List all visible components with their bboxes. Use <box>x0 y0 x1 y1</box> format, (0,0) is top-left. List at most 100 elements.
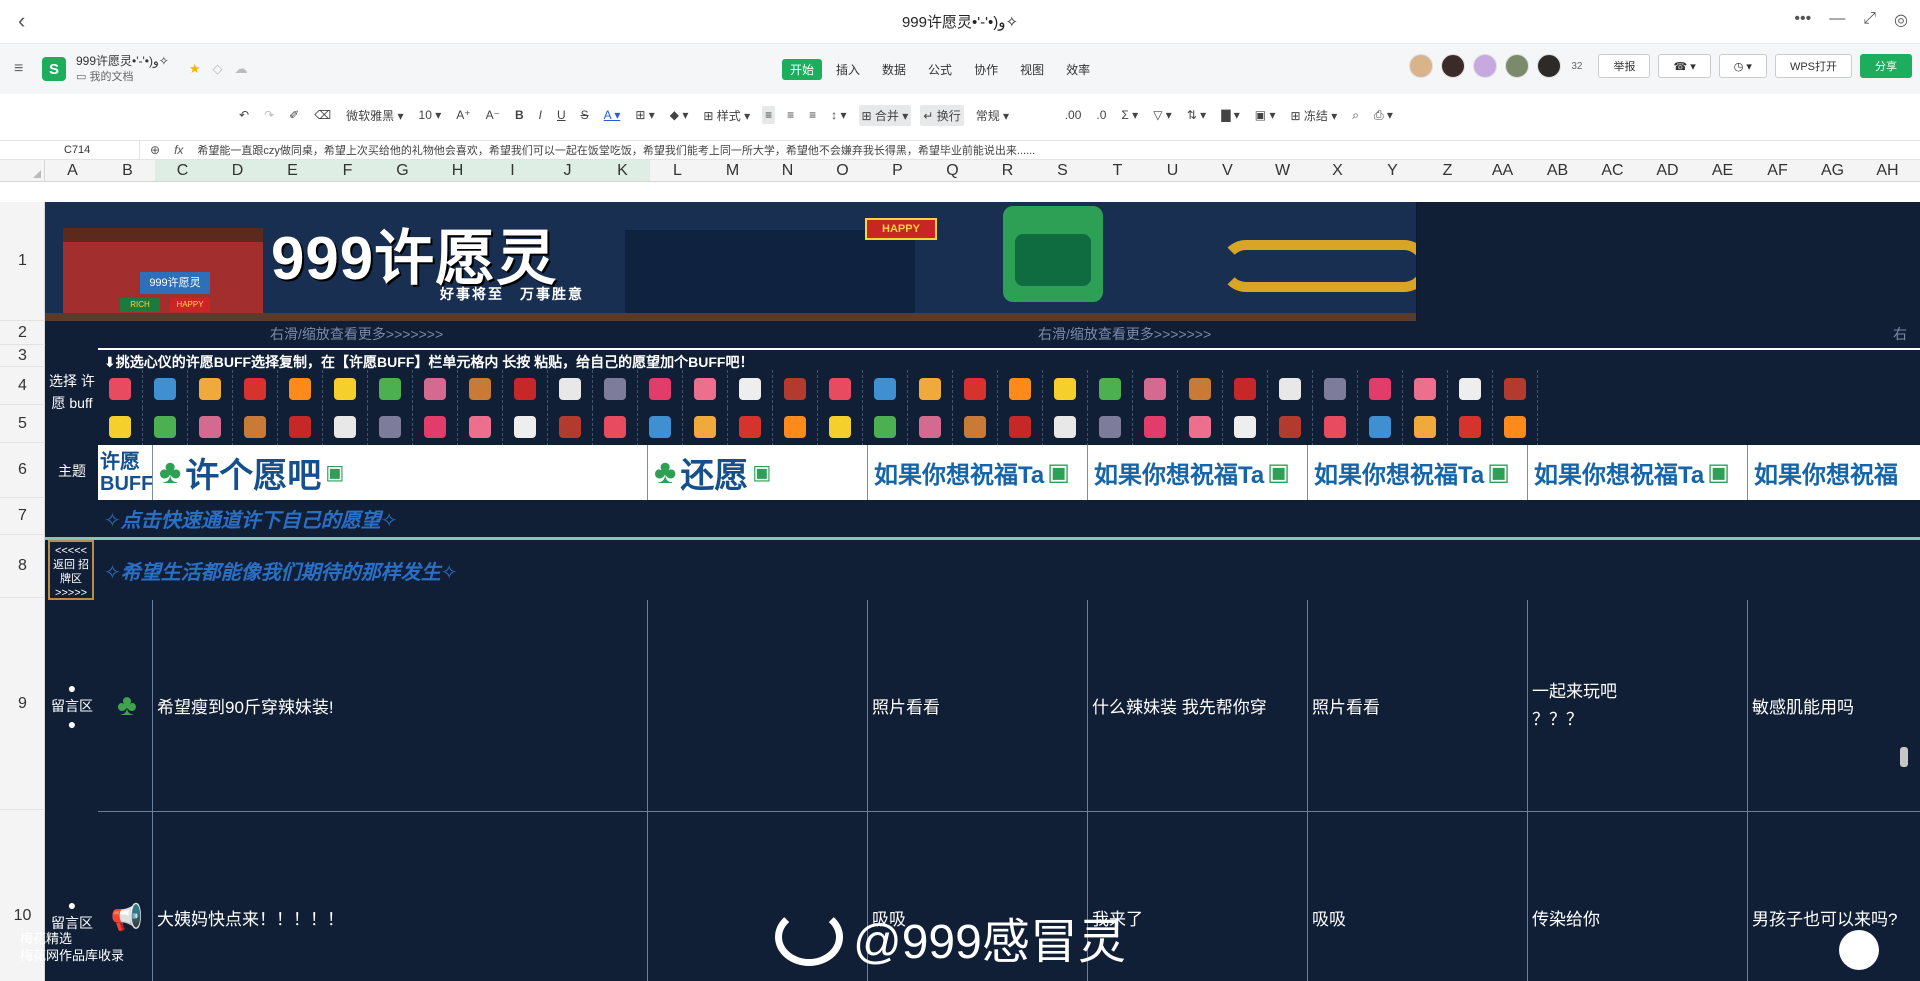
buff-icon[interactable] <box>728 370 773 408</box>
buff-icon[interactable] <box>143 408 188 446</box>
buff-icon[interactable] <box>1358 408 1403 446</box>
select-all-corner[interactable] <box>0 160 45 181</box>
tab-insert[interactable]: 插入 <box>828 59 868 80</box>
undo-icon[interactable]: ↶ <box>236 106 252 124</box>
buff-icon[interactable] <box>593 408 638 446</box>
column-header-l[interactable]: L <box>650 160 705 181</box>
column-header-d[interactable]: D <box>210 160 265 181</box>
buff-icon[interactable] <box>1268 370 1313 408</box>
doc-folder[interactable]: ▭ 我的文档 <box>76 69 169 85</box>
column-header-s[interactable]: S <box>1035 160 1090 181</box>
search-icon[interactable]: ⌕ <box>1349 106 1362 125</box>
tag-icon[interactable]: ◇ <box>213 61 223 77</box>
style-button[interactable]: ⊞ 样式 ▾ <box>700 105 753 126</box>
column-header-a[interactable]: A <box>45 160 100 181</box>
wrap-button[interactable]: ↵ 换行 <box>920 104 964 126</box>
buff-icon[interactable] <box>1133 370 1178 408</box>
tab-data[interactable]: 数据 <box>874 59 914 80</box>
vertical-align-icon[interactable]: ↕ ▾ <box>828 106 849 124</box>
zoom-icon[interactable]: ⊕ <box>150 143 160 157</box>
column-header-z[interactable]: Z <box>1420 160 1475 181</box>
buff-icon[interactable] <box>323 408 368 446</box>
column-header-i[interactable]: I <box>485 160 540 181</box>
wish-cell[interactable]: 希望瘦到90斤穿辣妹装! <box>153 600 648 812</box>
buff-icon[interactable] <box>638 408 683 446</box>
row-header-6[interactable]: 6 <box>0 443 45 498</box>
font-shrink-icon[interactable]: A⁻ <box>483 106 503 124</box>
column-header-ac[interactable]: AC <box>1585 160 1640 181</box>
column-header-ab[interactable]: AB <box>1530 160 1585 181</box>
image-icon[interactable]: ▣ ▾ <box>1252 106 1279 124</box>
column-header-j[interactable]: J <box>540 160 595 181</box>
buff-icon[interactable] <box>1403 408 1448 446</box>
formula-content[interactable]: 希望能一直跟czy做同桌，希望上次买给他的礼物他会喜欢，希望我们可以一起在饭堂吃… <box>197 142 1035 158</box>
buff-icon[interactable] <box>1088 370 1133 408</box>
decimal-decrease-icon[interactable]: .0 <box>1093 106 1109 124</box>
reply-cell[interactable]: 男孩子也可以来吗? <box>1748 812 1920 981</box>
avatar[interactable] <box>1505 54 1530 78</box>
buff-icon[interactable] <box>1043 408 1088 446</box>
avatar[interactable] <box>1409 54 1434 78</box>
column-header-k[interactable]: K <box>595 160 650 181</box>
tab-view[interactable]: 视图 <box>1012 59 1052 80</box>
tab-collab[interactable]: 协作 <box>966 59 1006 80</box>
sum-icon[interactable]: Σ ▾ <box>1118 106 1141 124</box>
reply-cell[interactable] <box>648 600 868 812</box>
share-button[interactable]: 分享 <box>1860 54 1912 78</box>
buff-icon[interactable] <box>593 370 638 408</box>
buff-icon[interactable] <box>1448 408 1493 446</box>
buff-icon[interactable] <box>503 370 548 408</box>
font-size-select[interactable]: 10 ▾ <box>416 106 445 124</box>
wps-open-button[interactable]: WPS打开 <box>1774 54 1852 78</box>
buff-icon[interactable] <box>143 370 188 408</box>
buff-icon[interactable] <box>548 370 593 408</box>
buff-icon[interactable] <box>548 408 593 446</box>
buff-icon[interactable] <box>98 370 143 408</box>
column-header-m[interactable]: M <box>705 160 760 181</box>
shrink-icon[interactable]: ⤢ <box>1863 10 1876 30</box>
column-header-h[interactable]: H <box>430 160 485 181</box>
column-header-t[interactable]: T <box>1090 160 1145 181</box>
column-header-x[interactable]: X <box>1310 160 1365 181</box>
buff-icon[interactable] <box>368 408 413 446</box>
buff-icon[interactable] <box>188 408 233 446</box>
buff-icon[interactable] <box>773 370 818 408</box>
column-header-n[interactable]: N <box>760 160 815 181</box>
align-right-icon[interactable]: ≡ <box>806 106 819 124</box>
bold-icon[interactable]: B <box>512 106 527 124</box>
buff-icon[interactable] <box>683 370 728 408</box>
column-header-aa[interactable]: AA <box>1475 160 1530 181</box>
buff-icon[interactable] <box>818 408 863 446</box>
reply-cell[interactable]: 照片看看 <box>868 600 1088 812</box>
buff-icon[interactable] <box>458 370 503 408</box>
fill-color-icon[interactable]: ◆ ▾ <box>667 106 692 124</box>
row-header-5[interactable]: 5 <box>0 405 45 443</box>
buff-icon[interactable] <box>368 370 413 408</box>
buff-icon[interactable] <box>233 370 278 408</box>
collaborator-count[interactable]: 32 <box>1571 61 1582 72</box>
column-header-af[interactable]: AF <box>1750 160 1805 181</box>
buff-icon[interactable] <box>278 408 323 446</box>
buff-icon[interactable] <box>638 370 683 408</box>
merge-button[interactable]: ⊞ 合并 ▾ <box>858 104 912 126</box>
column-header-b[interactable]: B <box>100 160 155 181</box>
buff-icon[interactable] <box>323 370 368 408</box>
column-header-ag[interactable]: AG <box>1805 160 1860 181</box>
row-header-4[interactable]: 4 <box>0 367 45 405</box>
tab-efficiency[interactable]: 效率 <box>1058 59 1098 80</box>
buff-icon[interactable] <box>683 408 728 446</box>
font-select[interactable]: 微软雅黑 ▾ <box>343 105 406 126</box>
buff-icon[interactable] <box>1178 408 1223 446</box>
tab-formula[interactable]: 公式 <box>920 59 960 80</box>
menu-icon[interactable]: ≡ <box>14 60 32 78</box>
column-header-o[interactable]: O <box>815 160 870 181</box>
back-arrow-icon[interactable]: ‹ <box>18 8 25 34</box>
row-header-1[interactable]: 1 <box>0 202 45 321</box>
buff-icon[interactable] <box>863 408 908 446</box>
more-icon[interactable]: ••• <box>1794 10 1811 30</box>
buff-icon[interactable] <box>188 370 233 408</box>
column-header-ah[interactable]: AH <box>1860 160 1915 181</box>
buff-icon[interactable] <box>1223 370 1268 408</box>
floating-assistant-button[interactable] <box>1839 930 1879 970</box>
reply-cell[interactable]: 一起来玩吧 ？？？ <box>1528 600 1748 812</box>
